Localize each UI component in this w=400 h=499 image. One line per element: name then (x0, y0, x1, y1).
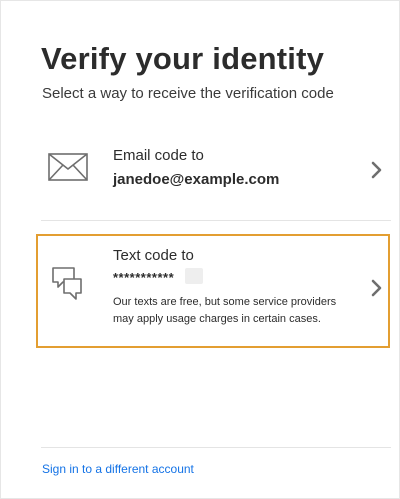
chat-bubbles-icon (50, 265, 84, 308)
blurred-digits (185, 268, 203, 284)
masked-phone-number: *********** (113, 270, 175, 285)
option-divider (41, 220, 391, 221)
email-option-label: Email code to (113, 147, 204, 164)
sms-charges-note: Our texts are free, but some service pro… (113, 296, 337, 325)
verification-card: Verify your identity Select a way to rec… (0, 0, 400, 499)
footer-divider (41, 447, 391, 448)
envelope-icon (48, 153, 88, 186)
chevron-right-icon (371, 279, 383, 302)
text-code-option[interactable]: Text code to *********** Our texts are f… (36, 234, 390, 348)
email-address: janedoe@example.com (113, 171, 280, 188)
page-title: Verify your identity (41, 41, 325, 76)
text-option-label: Text code to (113, 247, 194, 264)
chevron-right-icon (371, 161, 383, 184)
email-code-option[interactable]: Email code to janedoe@example.com (41, 131, 391, 217)
page-subtitle: Select a way to receive the verification… (42, 85, 334, 102)
sign-in-different-account-link[interactable]: Sign in to a different account (42, 462, 194, 476)
